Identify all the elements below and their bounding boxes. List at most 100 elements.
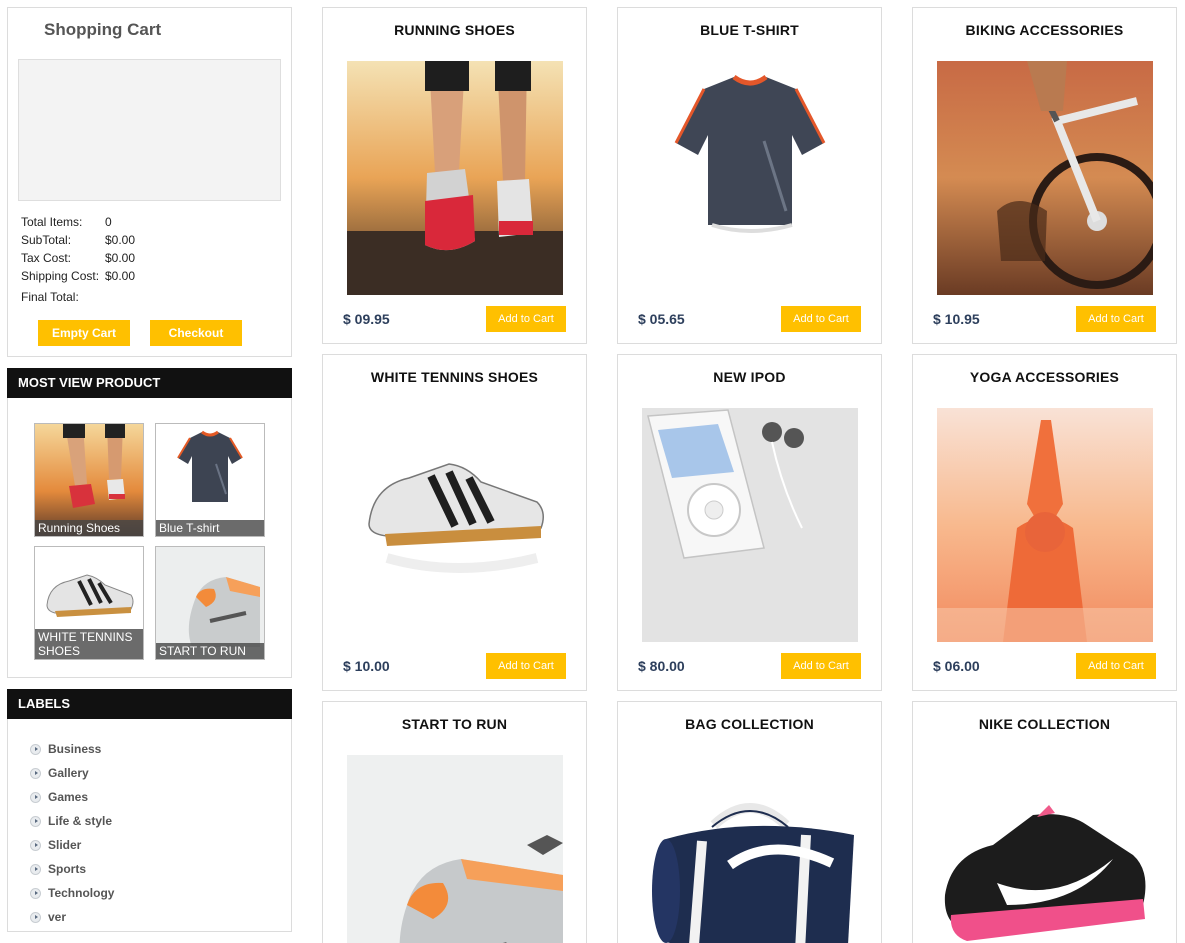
product-card-start-to-run: START TO RUN: [322, 701, 587, 943]
product-image[interactable]: [347, 755, 563, 943]
product-price: $ 10.95: [933, 311, 980, 327]
product-title[interactable]: RUNNING SHOES: [323, 22, 586, 38]
bag-collection-photo: [642, 755, 858, 943]
blue-tshirt-photo: [642, 61, 858, 295]
product-card-nike-collection: NIKE COLLECTION: [912, 701, 1177, 943]
label-text: Sports: [48, 862, 87, 876]
product-title[interactable]: NEW IPOD: [618, 369, 881, 385]
add-to-cart-button[interactable]: Add to Cart: [486, 306, 566, 332]
cart-row-subtotal: SubTotal: $0.00: [21, 231, 135, 249]
product-image[interactable]: [937, 755, 1153, 943]
cart-row-label: SubTotal:: [21, 233, 72, 247]
product-image[interactable]: [937, 61, 1153, 295]
arrow-bullet-icon: [30, 863, 41, 875]
label-item-games[interactable]: Games: [30, 785, 114, 809]
most-view-item-blue-tshirt[interactable]: Blue T-shirt: [155, 423, 265, 537]
cart-row-shipping-cost: Shipping Cost: $0.00: [21, 267, 135, 285]
product-image[interactable]: [642, 61, 858, 295]
arrow-bullet-icon: [30, 839, 41, 851]
thumb-caption: Blue T-shirt: [156, 520, 264, 536]
cart-row-value: 0: [105, 215, 112, 229]
product-title[interactable]: WHITE TENNINS SHOES: [323, 369, 586, 385]
most-view-item-start-to-run[interactable]: START TO RUN: [155, 546, 265, 660]
product-title[interactable]: START TO RUN: [323, 716, 586, 732]
add-to-cart-button[interactable]: Add to Cart: [1076, 653, 1156, 679]
cart-row-value: $0.00: [105, 269, 136, 283]
product-title[interactable]: BAG COLLECTION: [618, 716, 881, 732]
add-to-cart-button[interactable]: Add to Cart: [486, 653, 566, 679]
cart-row-value: $0.00: [105, 251, 136, 265]
running-shoes-photo: [347, 61, 563, 295]
product-image[interactable]: [642, 755, 858, 943]
cart-row-label: Final Total:: [21, 290, 79, 304]
labels-panel: LABELS Business Gallery Games Life & sty…: [7, 689, 292, 932]
most-view-heading: MOST VIEW PRODUCT: [7, 368, 292, 398]
arrow-bullet-icon: [30, 791, 41, 803]
product-price: $ 05.65: [638, 311, 685, 327]
product-card-white-tennis-shoes: WHITE TENNINS SHOES $ 10.00 Add to Cart: [322, 354, 587, 691]
label-item-ver[interactable]: ver: [30, 905, 114, 929]
label-item-sports[interactable]: Sports: [30, 857, 114, 881]
white-tennis-shoes-photo: [347, 408, 563, 642]
product-image[interactable]: [642, 408, 858, 642]
product-title[interactable]: BIKING ACCESSORIES: [913, 22, 1176, 38]
arrow-bullet-icon: [30, 887, 41, 899]
label-item-business[interactable]: Business: [30, 737, 114, 761]
yoga-accessories-photo: [937, 408, 1153, 642]
product-image[interactable]: [937, 408, 1153, 642]
product-card-biking-accessories: BIKING ACCESSORIES $ 10.95 Add to Cart: [912, 7, 1177, 344]
product-price: $ 80.00: [638, 658, 685, 674]
label-text: Gallery: [48, 766, 89, 780]
cart-title: Shopping Cart: [44, 20, 162, 39]
cart-row-label: Total Items:: [21, 215, 83, 229]
product-card-running-shoes: RUNNING SHOES $ 09.95 Add to Cart: [322, 7, 587, 344]
cart-summary: Total Items: 0 SubTotal: $0.00 Tax Cost:…: [21, 213, 135, 306]
add-to-cart-button[interactable]: Add to Cart: [781, 306, 861, 332]
page: Shopping Cart Total Items: 0 SubTotal: $…: [0, 0, 1185, 943]
product-title[interactable]: BLUE T-SHIRT: [618, 22, 881, 38]
label-item-life-style[interactable]: Life & style: [30, 809, 114, 833]
product-price: $ 10.00: [343, 658, 390, 674]
label-text: Games: [48, 790, 89, 804]
product-title[interactable]: YOGA ACCESSORIES: [913, 369, 1176, 385]
thumb-caption: WHITE TENNINS SHOES: [35, 629, 143, 659]
labels-heading: LABELS: [7, 689, 292, 719]
thumb-caption: START TO RUN: [156, 643, 264, 659]
cart-row-total-items: Total Items: 0: [21, 213, 135, 231]
label-item-technology[interactable]: Technology: [30, 881, 114, 905]
checkout-button[interactable]: Checkout: [150, 320, 242, 346]
most-view-product-panel: MOST VIEW PRODUCT Running Shoes Blue T-s…: [7, 368, 292, 678]
arrow-bullet-icon: [30, 815, 41, 827]
add-to-cart-button[interactable]: Add to Cart: [1076, 306, 1156, 332]
add-to-cart-button[interactable]: Add to Cart: [781, 653, 861, 679]
most-view-item-white-tennis-shoes[interactable]: WHITE TENNINS SHOES: [34, 546, 144, 660]
cart-row-label: Tax Cost:: [21, 251, 72, 265]
cart-row-tax-cost: Tax Cost: $0.00: [21, 249, 135, 267]
cart-items-box: [18, 59, 281, 201]
empty-cart-button[interactable]: Empty Cart: [38, 320, 130, 346]
product-title[interactable]: NIKE COLLECTION: [913, 716, 1176, 732]
product-price: $ 09.95: [343, 311, 390, 327]
label-text: Business: [48, 742, 102, 756]
label-text: Technology: [48, 886, 115, 900]
nike-collection-photo: [937, 755, 1153, 943]
label-item-slider[interactable]: Slider: [30, 833, 114, 857]
arrow-bullet-icon: [30, 743, 41, 755]
new-ipod-photo: [642, 408, 858, 642]
label-text: ver: [48, 910, 67, 924]
cart-row-label: Shipping Cost:: [21, 269, 100, 283]
product-price: $ 06.00: [933, 658, 980, 674]
arrow-bullet-icon: [30, 911, 41, 923]
label-text: Life & style: [48, 814, 113, 828]
cart-row-final-total: Final Total:: [21, 288, 135, 306]
biking-accessories-photo: [937, 61, 1153, 295]
label-text: Slider: [48, 838, 82, 852]
label-item-gallery[interactable]: Gallery: [30, 761, 114, 785]
most-view-item-running-shoes[interactable]: Running Shoes: [34, 423, 144, 537]
product-card-bag-collection: BAG COLLECTION: [617, 701, 882, 943]
start-to-run-photo: [347, 755, 563, 943]
product-image[interactable]: [347, 408, 563, 642]
product-card-yoga-accessories: YOGA ACCESSORIES $ 06.00 Add to Cart: [912, 354, 1177, 691]
product-image[interactable]: [347, 61, 563, 295]
cart-row-value: $0.00: [105, 233, 136, 247]
